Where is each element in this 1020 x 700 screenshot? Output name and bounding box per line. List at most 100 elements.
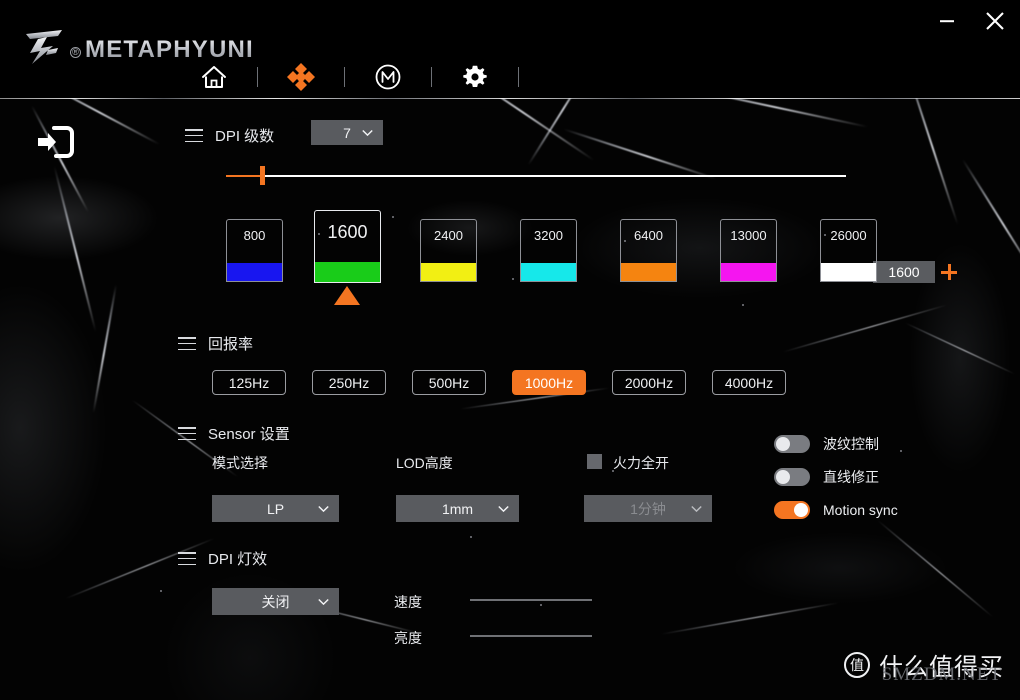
app-window: ® METAPHYUNI DPI 级数 7 1600 800 1600 2400… [0, 0, 1020, 700]
polling-rate-title: 回报率 [208, 336, 254, 353]
xuan-glyph-logo-icon [26, 30, 62, 64]
polling-option-125hz[interactable]: 125Hz [212, 370, 286, 395]
macro-m-icon [375, 64, 401, 90]
dpi-stage-label: 2400 [434, 228, 463, 243]
chevron-down-icon [498, 505, 509, 512]
dpi-value-field[interactable]: 1600 [873, 261, 935, 283]
hamburger-icon [185, 129, 203, 142]
chevron-down-icon [691, 505, 702, 512]
sensor-lod-select[interactable]: 1mm [396, 495, 519, 522]
dpi-stage-label: 13000 [730, 228, 767, 243]
sensor-mode-label: 模式选择 [212, 455, 268, 471]
dpi-stage-color [721, 263, 776, 281]
dpi-stage-1[interactable]: 800 [226, 219, 283, 282]
dpi-crosshair-icon [287, 63, 315, 91]
dpi-light-effect-value: 关闭 [261, 593, 290, 610]
light-speed-label: 速度 [394, 594, 422, 610]
polling-option-1000hz[interactable]: 1000Hz [512, 370, 586, 395]
toggle-switch[interactable] [774, 468, 810, 486]
back-button[interactable] [34, 125, 78, 159]
minimize-icon [940, 20, 954, 23]
home-icon [202, 66, 226, 88]
nav-separator-1 [257, 67, 258, 87]
dpi-level-count-select[interactable]: 7 [311, 120, 383, 145]
polling-option-2000hz[interactable]: 2000Hz [612, 370, 686, 395]
dpi-stage-label: 3200 [534, 228, 563, 243]
polling-option-label: 2000Hz [624, 374, 674, 391]
sensor-settings-title: Sensor 设置 [208, 426, 290, 443]
polling-option-label: 1000Hz [524, 374, 574, 391]
dpi-stage-label: 1600 [327, 222, 368, 242]
nav-item-settings[interactable] [456, 58, 494, 96]
dpi-value-slider[interactable] [226, 166, 846, 185]
sensor-lod-value: 1mm [441, 500, 474, 517]
dpi-stage-5[interactable]: 6400 [620, 219, 677, 282]
polling-option-500hz[interactable]: 500Hz [412, 370, 486, 395]
dpi-stage-4[interactable]: 3200 [520, 219, 577, 282]
minimize-button[interactable] [930, 6, 964, 36]
dpi-level-count-value: 7 [343, 124, 351, 141]
dpi-stage-7[interactable]: 26000 [820, 219, 877, 282]
sensor-mode-select[interactable]: LP [212, 495, 339, 522]
dpi-stage-color [315, 262, 380, 282]
gear-icon [463, 65, 487, 87]
watermark-badge: 值 [844, 651, 870, 678]
polling-option-label: 4000Hz [724, 374, 774, 391]
nav-item-dpi[interactable] [282, 58, 320, 96]
toggle-label: Motion sync [823, 502, 898, 518]
dpi-stage-color [521, 263, 576, 281]
nav-separator-2 [344, 67, 345, 87]
sensor-sleep-value: 1分钟 [630, 500, 666, 517]
toggle-label: 直线修正 [823, 469, 879, 485]
toggle-switch[interactable] [774, 435, 810, 453]
hamburger-icon [178, 552, 196, 565]
toggle-angle-snap[interactable]: 直线修正 [774, 467, 879, 487]
sensor-sleep-select[interactable]: 1分钟 [584, 495, 712, 522]
chevron-down-icon [318, 505, 329, 512]
polling-option-4000hz[interactable]: 4000Hz [712, 370, 786, 395]
dpi-increase-button[interactable] [941, 264, 957, 280]
nav-item-home[interactable] [195, 58, 233, 96]
light-brightness-slider[interactable] [470, 635, 592, 637]
title-bar: ® METAPHYUNI [0, 0, 1020, 98]
dpi-stage-color [621, 263, 676, 281]
dpi-stage-2[interactable]: 1600 [314, 210, 381, 283]
dpi-stage-label: 26000 [830, 228, 867, 243]
toggle-switch[interactable] [774, 501, 810, 519]
chevron-down-icon [362, 129, 373, 136]
dpi-stage-label: 6400 [634, 228, 663, 243]
dpi-light-header: DPI 灯效 [178, 548, 267, 569]
watermark-overlay: SMZDM.NET [881, 664, 1002, 685]
dpi-light-effect-select[interactable]: 关闭 [212, 588, 339, 615]
full-power-checkbox[interactable] [587, 454, 602, 469]
dpi-stage-3[interactable]: 2400 [420, 219, 477, 282]
dpi-stage-color [421, 263, 476, 281]
nav-item-macro[interactable] [369, 58, 407, 96]
dpi-stage-color [821, 263, 876, 281]
registered-mark: ® [70, 46, 81, 58]
sensor-settings-header: Sensor 设置 [178, 423, 290, 444]
toggle-label: 波纹控制 [823, 436, 879, 452]
hamburger-icon [178, 337, 196, 350]
chevron-down-icon [318, 598, 329, 605]
back-arrow-icon [38, 126, 74, 158]
polling-option-label: 500Hz [428, 374, 470, 391]
dpi-light-title: DPI 灯效 [208, 551, 268, 568]
dpi-levels-title: DPI 级数 [215, 128, 275, 145]
slider-fill [226, 175, 262, 177]
toggle-ripple-control[interactable]: 波纹控制 [774, 434, 879, 454]
polling-option-label: 250Hz [328, 374, 370, 391]
close-button[interactable] [978, 6, 1012, 36]
light-brightness-label: 亮度 [394, 630, 422, 646]
nav-separator-3 [431, 67, 432, 87]
nav-separator-4 [518, 67, 519, 87]
toggle-motion-sync[interactable]: Motion sync [774, 501, 898, 519]
slider-track [226, 175, 846, 177]
polling-option-250hz[interactable]: 250Hz [312, 370, 386, 395]
slider-handle[interactable] [260, 166, 265, 185]
light-speed-slider[interactable] [470, 599, 592, 601]
polling-rate-header: 回报率 [178, 333, 253, 354]
dpi-stage-selected-pointer [334, 286, 360, 305]
dpi-stage-6[interactable]: 13000 [720, 219, 777, 282]
dpi-stage-label: 800 [243, 228, 266, 243]
